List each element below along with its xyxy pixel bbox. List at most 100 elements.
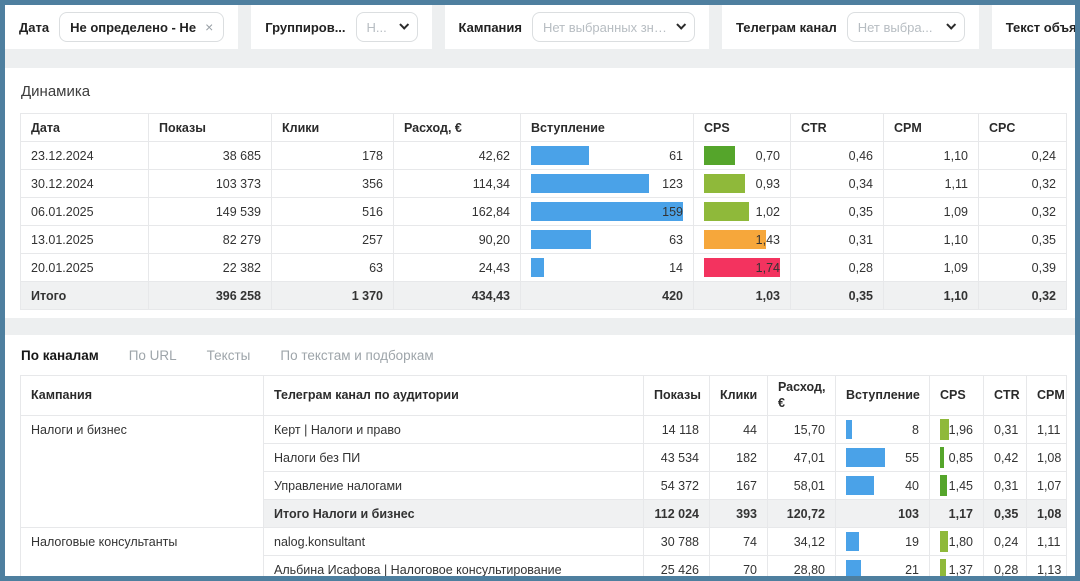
cell-cps: 1,80 bbox=[930, 528, 984, 556]
tab-0[interactable]: По каналам bbox=[21, 348, 99, 363]
cell-ctr: 0,31 bbox=[984, 472, 1027, 500]
cell-date: 13.01.2025 bbox=[21, 226, 149, 254]
cell-cpm: 1,08 bbox=[1027, 500, 1067, 528]
campaign-select[interactable]: Нет выбранных значен... bbox=[532, 12, 695, 42]
table-row: Налоговые консультантыnalog.konsultant30… bbox=[21, 528, 1067, 556]
tab-2[interactable]: Тексты bbox=[207, 348, 251, 363]
cell-cps: 0,93 bbox=[694, 170, 791, 198]
cps-bar bbox=[940, 559, 946, 580]
cell-shows: 54 372 bbox=[644, 472, 710, 500]
filter-separator bbox=[238, 5, 251, 49]
cell-ctr: 0,28 bbox=[984, 556, 1027, 581]
joins-bar bbox=[846, 560, 861, 579]
column-header: Расход, € bbox=[394, 114, 521, 142]
cell-joins: 123 bbox=[521, 170, 694, 198]
cell-ctr: 0,42 bbox=[984, 444, 1027, 472]
cell-shows: 103 373 bbox=[149, 170, 272, 198]
tab-3[interactable]: По текстам и подборкам bbox=[280, 348, 433, 363]
clear-icon[interactable]: × bbox=[205, 19, 213, 35]
table-row: Налоги и бизнесКерт | Налоги и право14 1… bbox=[21, 416, 1067, 444]
cell-cpc: 0,35 bbox=[979, 226, 1067, 254]
cell-cpm: 1,10 bbox=[884, 226, 979, 254]
column-header: Вступление bbox=[836, 376, 930, 416]
filter-separator bbox=[432, 5, 445, 49]
column-header: CTR bbox=[984, 376, 1027, 416]
cell-cpc: 0,32 bbox=[979, 198, 1067, 226]
column-header: Телеграм канал по аудитории bbox=[264, 376, 644, 416]
cell-cpm: 1,11 bbox=[1027, 416, 1067, 444]
joins-bar bbox=[531, 174, 649, 193]
cps-bar bbox=[940, 531, 948, 552]
spacer bbox=[5, 49, 1075, 68]
cps-bar bbox=[704, 202, 749, 221]
cell-channel: Налоги без ПИ bbox=[264, 444, 644, 472]
filter-campaign: Кампания Нет выбранных значен... bbox=[445, 5, 709, 49]
filter-date-label: Дата bbox=[19, 20, 49, 35]
table-row: 06.01.2025149 539516162,841591,020,351,0… bbox=[21, 198, 1067, 226]
cell-clicks: 182 bbox=[710, 444, 768, 472]
cell-spend: 28,80 bbox=[768, 556, 836, 581]
cps-bar bbox=[940, 419, 949, 440]
chevron-down-icon bbox=[946, 20, 956, 30]
column-header: CPS bbox=[930, 376, 984, 416]
table-row: 23.12.202438 68517842,62610,700,461,100,… bbox=[21, 142, 1067, 170]
dynamics-table: ДатаПоказыКликиРасход, €ВступлениеCPSCTR… bbox=[20, 113, 1067, 310]
cell-cpc: 0,32 bbox=[979, 170, 1067, 198]
tab-1[interactable]: По URL bbox=[129, 348, 177, 363]
filter-bar: Дата Не определено - Не × Группиров... Н… bbox=[5, 5, 1075, 49]
cell-spend: 114,34 bbox=[394, 170, 521, 198]
cell-clicks: 167 bbox=[710, 472, 768, 500]
cell-spend: 120,72 bbox=[768, 500, 836, 528]
cell-ctr: 0,24 bbox=[984, 528, 1027, 556]
report-tabs: По каналам По URL Тексты По текстам и подбо… bbox=[20, 335, 1060, 375]
cell-joins: 61 bbox=[521, 142, 694, 170]
cell-cpm: 1,08 bbox=[1027, 444, 1067, 472]
cell-ctr: 0,35 bbox=[984, 500, 1027, 528]
cell-joins: 14 bbox=[521, 254, 694, 282]
cell-date: 30.12.2024 bbox=[21, 170, 149, 198]
cell-shows: 149 539 bbox=[149, 198, 272, 226]
cell-shows: 38 685 bbox=[149, 142, 272, 170]
cell-ctr: 0,31 bbox=[791, 226, 884, 254]
cell-ctr: 0,31 bbox=[984, 416, 1027, 444]
column-header: Расход, € bbox=[768, 376, 836, 416]
cell-joins: 63 bbox=[521, 226, 694, 254]
date-range-value: Не определено - Не bbox=[70, 20, 196, 35]
cell-spend: 34,12 bbox=[768, 528, 836, 556]
column-header: Вступление bbox=[521, 114, 694, 142]
cell-ctr: 0,28 bbox=[791, 254, 884, 282]
cell-channel: Керт | Налоги и право bbox=[264, 416, 644, 444]
channels-table: КампанияТелеграм канал по аудиторииПоказ… bbox=[20, 375, 1067, 581]
joins-bar bbox=[531, 230, 591, 249]
chevron-down-icon bbox=[399, 20, 409, 30]
filter-separator bbox=[979, 5, 992, 49]
cell-clicks: 74 bbox=[710, 528, 768, 556]
cell-cpm: 1,09 bbox=[884, 198, 979, 226]
column-header: Клики bbox=[710, 376, 768, 416]
joins-bar bbox=[531, 146, 589, 165]
telegram-channel-select[interactable]: Нет выбра... bbox=[847, 12, 965, 42]
cell-clicks: 178 bbox=[272, 142, 394, 170]
cell-spend: 162,84 bbox=[394, 198, 521, 226]
filter-ad-text: Текст объявления Нет bbox=[992, 5, 1080, 49]
cell-cpc: 0,32 bbox=[979, 282, 1067, 310]
cell-cpm: 1,09 bbox=[884, 254, 979, 282]
cell-channel: Управление налогами bbox=[264, 472, 644, 500]
table-row: 13.01.202582 27925790,20631,430,311,100,… bbox=[21, 226, 1067, 254]
dynamics-header-row: ДатаПоказыКликиРасход, €ВступлениеCPSCTR… bbox=[21, 114, 1067, 142]
cell-cpm: 1,07 bbox=[1027, 472, 1067, 500]
cps-bar bbox=[704, 146, 735, 165]
cell-clicks: 393 bbox=[710, 500, 768, 528]
channels-header-row: КампанияТелеграм канал по аудиторииПоказ… bbox=[21, 376, 1067, 416]
cell-spend: 434,43 bbox=[394, 282, 521, 310]
dashboard: Дата Не определено - Не × Группиров... Н… bbox=[0, 0, 1080, 581]
column-header: CPS bbox=[694, 114, 791, 142]
cell-shows: 22 382 bbox=[149, 254, 272, 282]
grouping-select[interactable]: Н... bbox=[356, 12, 418, 42]
joins-bar bbox=[846, 476, 874, 495]
cell-total-label: Итого bbox=[21, 282, 149, 310]
date-range-chip[interactable]: Не определено - Не × bbox=[59, 12, 224, 42]
cell-shows: 30 788 bbox=[644, 528, 710, 556]
cell-ctr: 0,46 bbox=[791, 142, 884, 170]
cell-clicks: 257 bbox=[272, 226, 394, 254]
